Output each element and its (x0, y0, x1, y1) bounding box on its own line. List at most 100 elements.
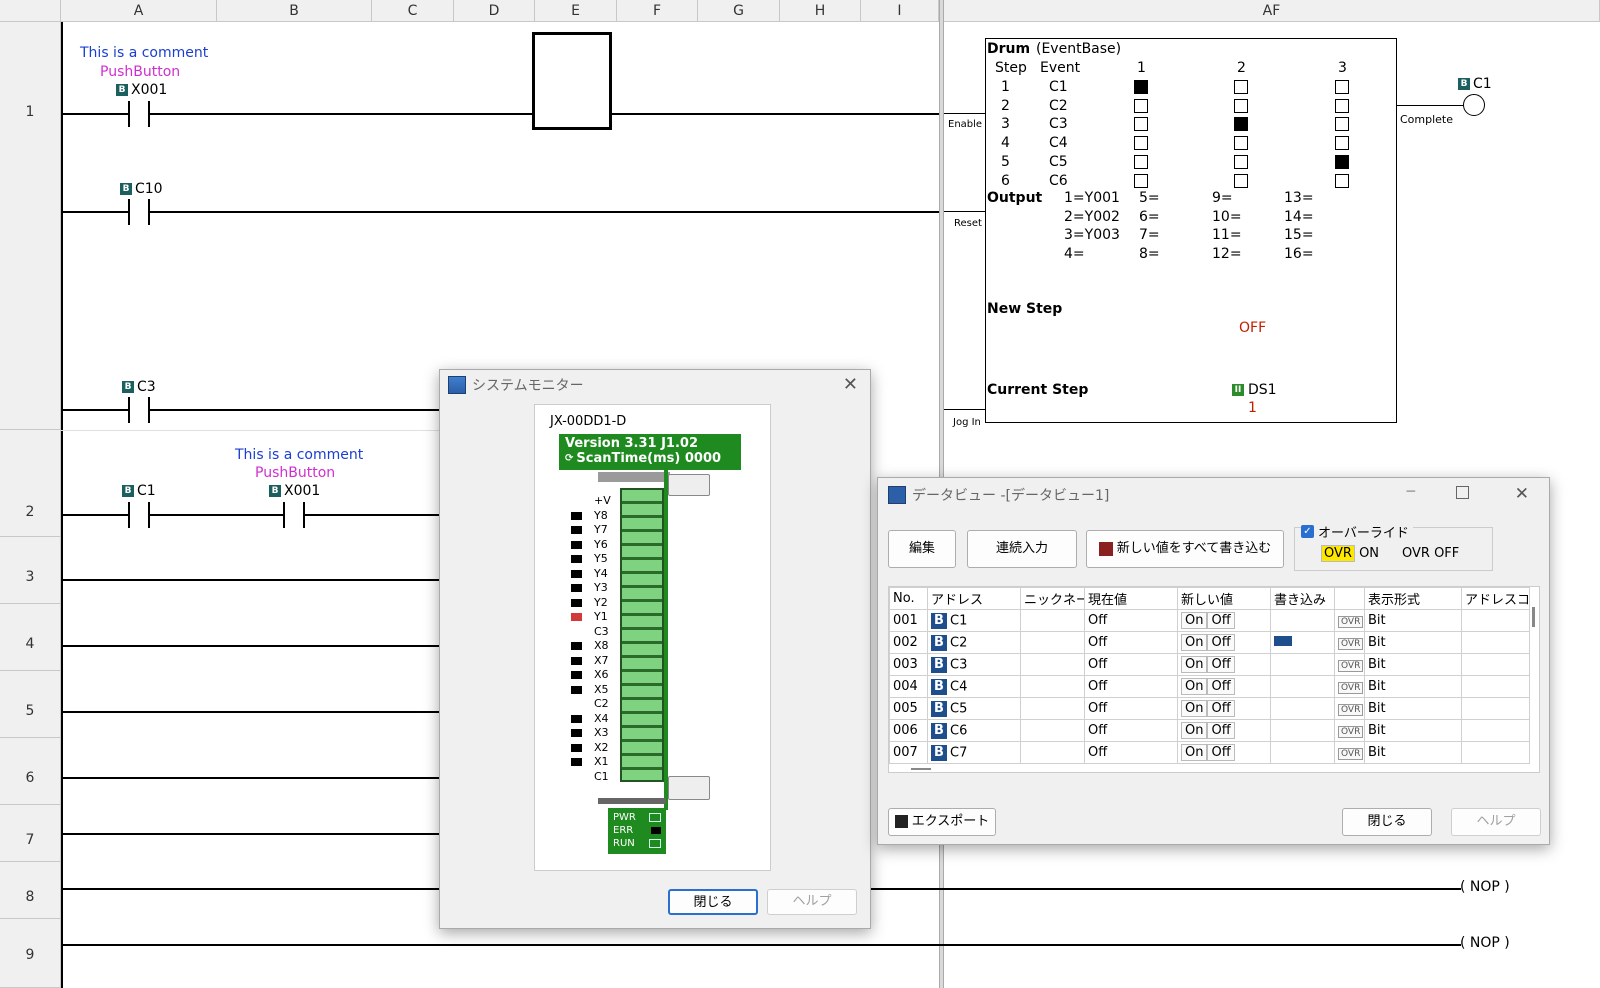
row-override[interactable]: OVR (1334, 609, 1365, 632)
rung2-contact-c1[interactable] (128, 502, 150, 528)
row-write[interactable] (1270, 697, 1335, 720)
row-address[interactable]: B C2 (927, 631, 1021, 654)
set-off-button[interactable]: Off (1207, 656, 1235, 673)
set-on-button[interactable]: On (1181, 612, 1208, 629)
table-row[interactable]: 003 B C3 Off On Off OVR Bit (889, 653, 1530, 676)
table-row[interactable]: 004 B C4 Off On Off OVR Bit (889, 675, 1530, 698)
column-header[interactable]: アドレスコ (1461, 587, 1530, 610)
ovr-button[interactable]: OVR (1338, 660, 1364, 672)
row-address[interactable]: B C6 (927, 719, 1021, 742)
system-monitor-window[interactable]: システムモニター ✕ JX-00DD1-D Version 3.31 J1.02… (439, 369, 871, 929)
row-nickname[interactable] (1020, 741, 1085, 764)
col-header-c[interactable]: C (372, 0, 454, 22)
row-address[interactable]: B C7 (927, 741, 1021, 764)
row-nickname[interactable] (1020, 719, 1085, 742)
row-address-comment[interactable] (1461, 609, 1530, 632)
column-header[interactable]: No. (889, 587, 928, 610)
row-address[interactable]: B C1 (927, 609, 1021, 632)
row-display-format[interactable]: Bit (1364, 631, 1462, 654)
col-header-d[interactable]: D (454, 0, 535, 22)
row-header-7[interactable]: 7 (0, 805, 61, 862)
table-row[interactable]: 001 B C1 Off On Off OVR Bit (889, 609, 1530, 632)
set-off-button[interactable]: Off (1207, 744, 1235, 761)
row-address-comment[interactable] (1461, 675, 1530, 698)
column-header[interactable]: 現在値 (1084, 587, 1178, 610)
ovr-button[interactable]: OVR (1338, 638, 1364, 650)
row-header-2[interactable]: 2 (0, 430, 61, 537)
row-write[interactable] (1270, 675, 1335, 698)
override-checkbox[interactable]: ✓ オーバーライド (1301, 522, 1413, 541)
dataview-help-button[interactable]: ヘルプ (1451, 808, 1541, 836)
rung2-contact-x001[interactable] (283, 502, 305, 528)
row-header-8[interactable]: 8 (0, 862, 61, 919)
edit-button[interactable]: 編集 (888, 530, 956, 568)
rung1-empty-box[interactable] (532, 32, 612, 130)
row-nickname[interactable] (1020, 631, 1085, 654)
row-new-value[interactable]: On Off (1177, 631, 1271, 654)
row-address-comment[interactable] (1461, 631, 1530, 654)
row-write[interactable] (1270, 631, 1335, 654)
row-new-value[interactable]: On Off (1177, 653, 1271, 676)
set-on-button[interactable]: On (1181, 634, 1208, 651)
continuous-input-button[interactable]: 連続入力 (967, 530, 1077, 568)
row-write[interactable] (1270, 609, 1335, 632)
row-display-format[interactable]: Bit (1364, 719, 1462, 742)
row-header-5[interactable]: 5 (0, 671, 61, 738)
row-address[interactable]: B C3 (927, 653, 1021, 676)
rung1-contact-x001[interactable] (128, 101, 150, 127)
data-grid[interactable]: No.アドレスニックネーム現在値新しい値書き込み 表示形式アドレスコ 001BC1… (888, 586, 1540, 773)
col-header-g[interactable]: G (698, 0, 780, 22)
close-icon[interactable]: ✕ (1515, 484, 1529, 504)
col-header-i[interactable]: I (861, 0, 939, 22)
minimize-icon[interactable]: ─ (1407, 484, 1415, 500)
close-icon[interactable]: ✕ (843, 374, 858, 395)
set-off-button[interactable]: Off (1207, 678, 1235, 695)
col-header-a[interactable]: A (61, 0, 217, 22)
row-address-comment[interactable] (1461, 741, 1530, 764)
row-nickname[interactable] (1020, 675, 1085, 698)
row-new-value[interactable]: On Off (1177, 675, 1271, 698)
column-header[interactable]: 書き込み (1270, 587, 1335, 610)
row-write[interactable] (1270, 741, 1335, 764)
ovr-button[interactable]: OVR (1338, 616, 1364, 628)
row-override[interactable]: OVR (1334, 719, 1365, 742)
rung1b-contact-c10[interactable] (128, 199, 150, 225)
set-on-button[interactable]: On (1181, 744, 1208, 761)
col-header-f[interactable]: F (617, 0, 698, 22)
row-new-value[interactable]: On Off (1177, 697, 1271, 720)
row-address[interactable]: B C4 (927, 675, 1021, 698)
table-row[interactable]: 006 B C6 Off On Off OVR Bit (889, 719, 1530, 742)
col-header-e[interactable]: E (535, 0, 617, 22)
table-row[interactable]: 005 B C5 Off On Off OVR Bit (889, 697, 1530, 720)
row-display-format[interactable]: Bit (1364, 675, 1462, 698)
dataview-close-button[interactable]: 閉じる (1342, 808, 1432, 836)
set-off-button[interactable]: Off (1207, 634, 1235, 651)
row-new-value[interactable]: On Off (1177, 741, 1271, 764)
vertical-scrollbar[interactable] (1532, 607, 1535, 627)
set-on-button[interactable]: On (1181, 722, 1208, 739)
row-nickname[interactable] (1020, 697, 1085, 720)
row-display-format[interactable]: Bit (1364, 697, 1462, 720)
row-address-comment[interactable] (1461, 719, 1530, 742)
row-override[interactable]: OVR (1334, 631, 1365, 654)
row-override[interactable]: OVR (1334, 653, 1365, 676)
table-row[interactable]: 007 B C7 Off On Off OVR Bit (889, 741, 1530, 764)
nop-instruction-1[interactable]: ( NOP ) (1460, 879, 1510, 895)
column-header[interactable]: 表示形式 (1364, 587, 1462, 610)
output-coil[interactable] (1463, 94, 1485, 116)
dataview-titlebar[interactable]: データビュー -[データビュー1] ─ ✕ (878, 478, 1549, 512)
column-header[interactable]: 新しい値 (1177, 587, 1271, 610)
col-header-af[interactable]: AF (944, 0, 1600, 22)
row-new-value[interactable]: On Off (1177, 609, 1271, 632)
row-header-4[interactable]: 4 (0, 604, 61, 671)
row-write[interactable] (1270, 653, 1335, 676)
column-header[interactable]: アドレス (927, 587, 1021, 610)
row-display-format[interactable]: Bit (1364, 741, 1462, 764)
row-nickname[interactable] (1020, 653, 1085, 676)
row-override[interactable]: OVR (1334, 741, 1365, 764)
ovr-button[interactable]: OVR (1338, 704, 1364, 716)
dataview-window[interactable]: データビュー -[データビュー1] ─ ✕ 編集 連続入力 新しい値をすべて書き… (877, 477, 1550, 845)
row-header-9[interactable]: 9 (0, 919, 61, 988)
row-address-comment[interactable] (1461, 653, 1530, 676)
col-header-b[interactable]: B (217, 0, 372, 22)
